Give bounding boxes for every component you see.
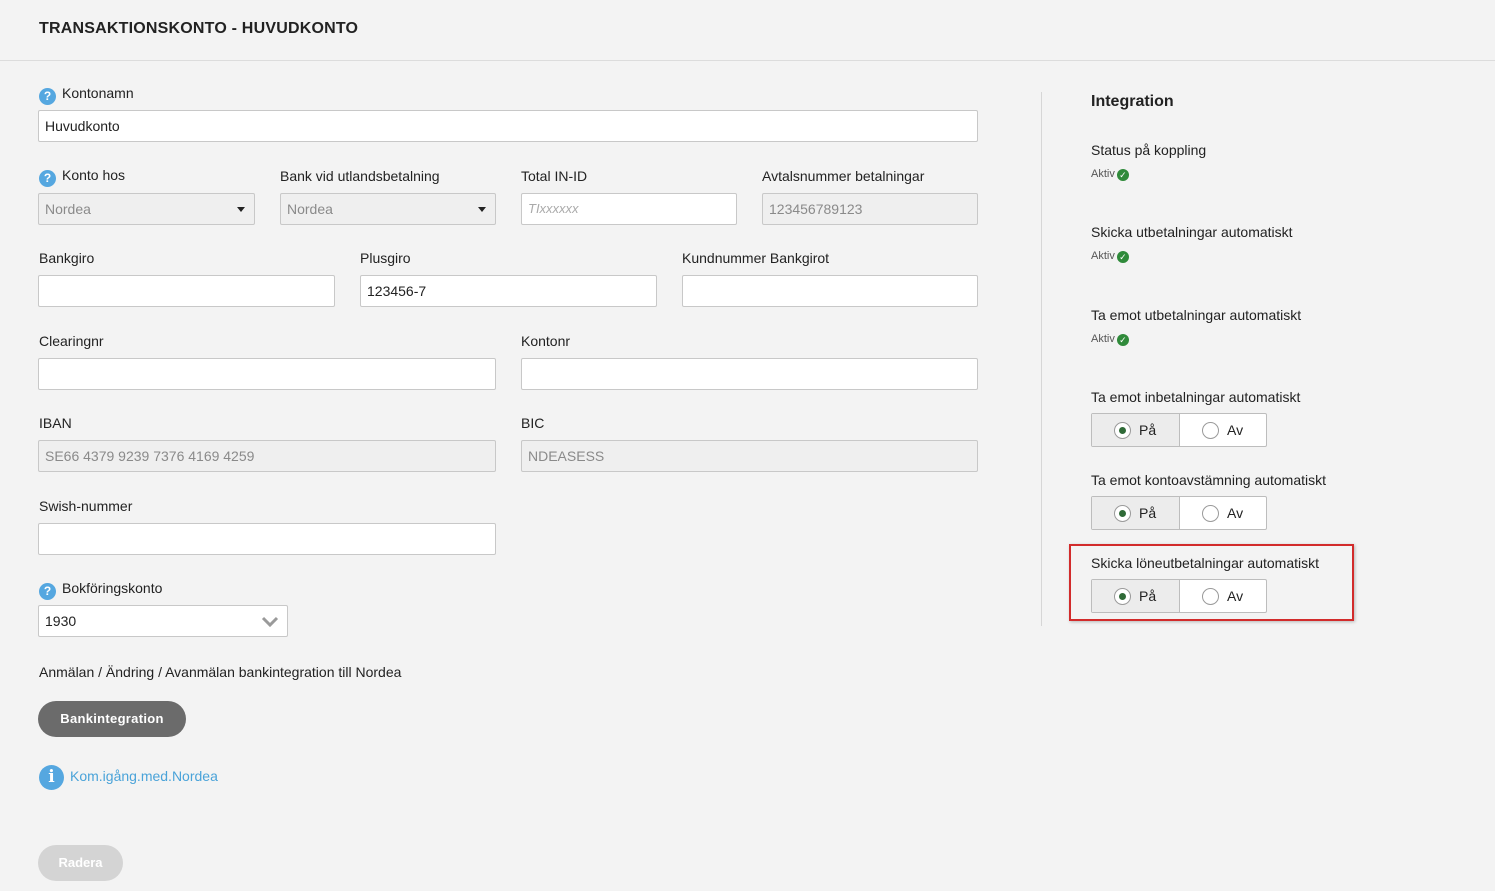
bic-input[interactable]: NDEASESS <box>521 440 978 472</box>
help-icon[interactable]: ? <box>39 583 56 600</box>
check-circle-icon: ✓ <box>1116 251 1129 263</box>
plusgiro-input[interactable]: 123456-7 <box>360 275 657 307</box>
check-circle-icon: ✓ <box>1116 334 1129 346</box>
bank-utland-label: Bank vid utlandsbetalning <box>280 168 440 184</box>
bic-label: BIC <box>521 415 545 431</box>
nordea-guide-link[interactable]: Kom.igång.med.Nordea <box>70 768 218 784</box>
clearingnr-input[interactable] <box>38 358 496 390</box>
status-badge: Aktiv ✓ <box>1091 250 1129 263</box>
radio-empty-icon <box>1202 421 1219 439</box>
caret-down-icon <box>478 207 486 212</box>
help-icon[interactable]: ? <box>39 170 56 187</box>
status-koppling-label: Status på koppling <box>1091 142 1207 158</box>
radio-selected-icon <box>1114 421 1131 439</box>
kontonr-input[interactable] <box>521 358 978 390</box>
radio-av[interactable]: Av <box>1179 580 1266 612</box>
total-in-id-input[interactable]: TIxxxxxx <box>521 193 737 225</box>
radio-pa[interactable]: På <box>1092 580 1179 612</box>
avtalsnummer-label: Avtalsnummer betalningar <box>762 168 925 184</box>
ta-emot-inbetalningar-label: Ta emot inbetalningar automatiskt <box>1091 389 1301 405</box>
ta-emot-kontoavstamning-label: Ta emot kontoavstämning automatiskt <box>1091 472 1327 488</box>
caret-down-icon <box>237 207 245 212</box>
kontonamn-label: ? Kontonamn <box>39 85 134 105</box>
ta-emot-utbetalningar-label: Ta emot utbetalningar automatiskt <box>1091 307 1302 323</box>
radio-selected-icon <box>1114 504 1131 522</box>
status-badge: Aktiv ✓ <box>1091 168 1129 181</box>
radio-selected-icon <box>1114 587 1131 605</box>
kundnummer-label: Kundnummer Bankgirot <box>682 250 830 266</box>
bokforingskonto-label: ? Bokföringskonto <box>39 580 162 600</box>
kontonr-label: Kontonr <box>521 333 571 349</box>
loneutbetalningar-toggle: På Av <box>1091 579 1267 613</box>
skicka-loneutbetalningar-label: Skicka löneutbetalningar automatiskt <box>1091 555 1320 571</box>
swish-label: Swish-nummer <box>39 498 133 514</box>
kontonamn-input[interactable]: Huvudkonto <box>38 110 978 142</box>
bankintegration-text: Anmälan / Ändring / Avanmälan bankintegr… <box>39 664 402 680</box>
status-badge: Aktiv ✓ <box>1091 333 1129 346</box>
integration-title: Integration <box>1091 93 1174 110</box>
column-divider <box>1041 92 1042 626</box>
radio-pa[interactable]: På <box>1092 414 1179 446</box>
radio-pa[interactable]: På <box>1092 497 1179 529</box>
check-circle-icon: ✓ <box>1116 169 1129 181</box>
bankintegration-button[interactable]: Bankintegration <box>38 701 186 737</box>
konto-hos-label: ? Konto hos <box>39 167 125 187</box>
bankgiro-label: Bankgiro <box>39 250 95 266</box>
kundnummer-input[interactable] <box>682 275 978 307</box>
info-icon: i <box>39 765 64 790</box>
radio-av[interactable]: Av <box>1179 414 1266 446</box>
kontoavstamning-toggle: På Av <box>1091 496 1267 530</box>
bank-utland-select[interactable]: Nordea <box>280 193 496 225</box>
radio-av[interactable]: Av <box>1179 497 1266 529</box>
clearingnr-label: Clearingnr <box>39 333 104 349</box>
iban-label: IBAN <box>39 415 72 431</box>
inbetalningar-toggle: På Av <box>1091 413 1267 447</box>
chevron-down-icon <box>261 616 279 628</box>
plusgiro-label: Plusgiro <box>360 250 411 266</box>
help-icon[interactable]: ? <box>39 88 56 105</box>
delete-button[interactable]: Radera <box>38 845 123 881</box>
bankgiro-input[interactable] <box>38 275 335 307</box>
swish-input[interactable] <box>38 523 496 555</box>
page-header: TRANSAKTIONSKONTO - HUVUDKONTO <box>0 0 1495 61</box>
radio-empty-icon <box>1202 587 1219 605</box>
bokforingskonto-select[interactable]: 1930 <box>38 605 288 637</box>
radio-empty-icon <box>1202 504 1219 522</box>
iban-input[interactable]: SE66 4379 9239 7376 4169 4259 <box>38 440 496 472</box>
page-title: TRANSAKTIONSKONTO - HUVUDKONTO <box>39 20 359 37</box>
avtalsnummer-input[interactable]: 123456789123 <box>762 193 978 225</box>
total-in-id-label: Total IN-ID <box>521 168 588 184</box>
konto-hos-select[interactable]: Nordea <box>38 193 255 225</box>
skicka-utbetalningar-label: Skicka utbetalningar automatiskt <box>1091 224 1293 240</box>
